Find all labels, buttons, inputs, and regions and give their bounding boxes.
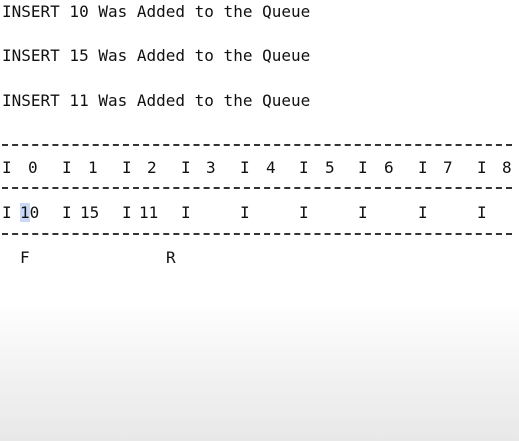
index-cell-3: 3: [206, 158, 216, 177]
index-cell-0: 0: [28, 158, 38, 177]
index-cell-5: 5: [325, 158, 335, 177]
index-separator: I: [181, 158, 191, 177]
value-cell-0: 10: [20, 203, 40, 222]
divider-top: [2, 144, 512, 146]
value-separator: I: [62, 203, 72, 222]
index-separator: I: [122, 158, 132, 177]
index-cell-8: 8: [502, 158, 512, 177]
index-separator: I: [358, 158, 368, 177]
value-separator: I: [240, 203, 250, 222]
insert-message-2: INSERT 15 Was Added to the Queue: [2, 46, 311, 65]
index-separator: I: [299, 158, 309, 177]
text-selection: 1: [20, 203, 30, 222]
terminal-output: INSERT 10 Was Added to the Queue INSERT …: [0, 0, 519, 441]
insert-message-3: INSERT 11 Was Added to the Queue: [2, 91, 311, 110]
index-cell-4: 4: [266, 158, 276, 177]
value-cell-2: 11: [139, 203, 159, 222]
index-separator: I: [62, 158, 72, 177]
index-separator: I: [240, 158, 250, 177]
index-cell-2: 2: [147, 158, 157, 177]
index-separator: I: [418, 158, 428, 177]
value-separator: I: [418, 203, 428, 222]
insert-message-1: INSERT 10 Was Added to the Queue: [2, 2, 311, 21]
index-cell-1: 1: [88, 158, 98, 177]
rear-marker: R: [166, 248, 176, 267]
value-cell-1: 15: [80, 203, 100, 222]
divider-middle: [2, 187, 512, 189]
index-cell-7: 7: [443, 158, 453, 177]
value-separator: I: [122, 203, 132, 222]
front-marker: F: [20, 248, 30, 267]
value-separator: I: [477, 203, 487, 222]
value-separator: I: [299, 203, 309, 222]
value-separator: I: [2, 203, 12, 222]
value-separator: I: [181, 203, 191, 222]
index-cell-6: 6: [384, 158, 394, 177]
value-separator: I: [358, 203, 368, 222]
divider-bottom: [2, 233, 512, 235]
index-separator: I: [477, 158, 487, 177]
index-separator: I: [2, 158, 12, 177]
